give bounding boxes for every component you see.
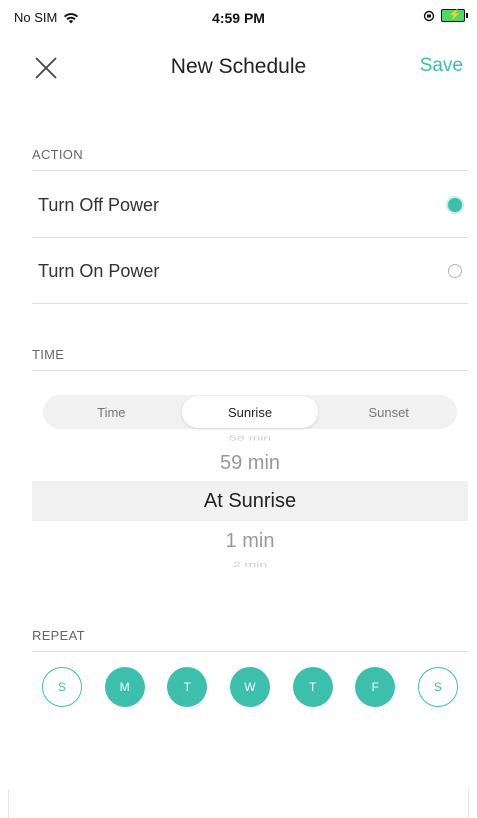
tab-sunset[interactable]: Sunset [320, 395, 457, 429]
day-sunday[interactable]: S [42, 667, 82, 707]
tab-sunrise[interactable]: Sunrise [181, 396, 319, 428]
repeat-section-label: REPEAT [32, 628, 85, 643]
day-wednesday[interactable]: W [229, 667, 270, 707]
radio-selected-icon [448, 198, 462, 212]
divider [32, 170, 468, 171]
divider [32, 370, 468, 371]
time-section-label: TIME [32, 347, 65, 362]
offset-picker[interactable]: 58 min 59 min At Sunrise 1 min 2 min [32, 430, 468, 576]
action-option-label: Turn Off Power [38, 194, 160, 215]
battery-icon: ⚡ [441, 9, 468, 22]
status-bar: No SIM 4:59 PM ⚡ [0, 0, 477, 38]
divider [32, 303, 468, 304]
save-button[interactable]: Save [420, 55, 463, 77]
tab-time[interactable]: Time [43, 395, 180, 429]
action-option-turn-on[interactable]: Turn On Power [32, 238, 468, 304]
day-monday[interactable]: M [104, 667, 145, 707]
divider [32, 651, 468, 652]
action-option-turn-off[interactable]: Turn Off Power [32, 172, 468, 238]
picker-item: 59 min [219, 452, 281, 474]
picker-item: 1 min [225, 530, 275, 552]
status-time: 4:59 PM [212, 10, 265, 26]
repeat-days: S M T W T F S [42, 667, 458, 707]
page-title: New Schedule [170, 55, 307, 78]
action-option-label: Turn On Power [38, 260, 160, 281]
divider [8, 789, 9, 818]
divider [468, 789, 469, 818]
day-saturday[interactable]: S [417, 667, 458, 707]
day-friday[interactable]: F [355, 667, 396, 707]
status-right: ⚡ [423, 9, 468, 22]
picker-item: 2 min [232, 560, 268, 569]
radio-unselected-icon [448, 264, 462, 278]
action-section-label: ACTION [32, 147, 83, 162]
time-mode-segmented-control: Time Sunrise Sunset [43, 395, 457, 429]
orientation-lock-icon [423, 10, 435, 21]
picker-selected-item: At Sunrise [203, 490, 297, 512]
day-tuesday[interactable]: T [167, 667, 208, 707]
day-thursday[interactable]: T [292, 667, 333, 707]
picker-item: 58 min [228, 433, 272, 442]
